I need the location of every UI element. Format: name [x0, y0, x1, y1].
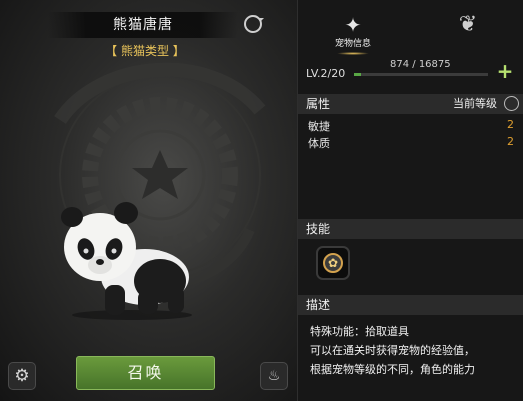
description-line: 可以在通关时获得宠物的经验值，	[310, 344, 475, 357]
summon-button[interactable]: 召唤	[76, 356, 215, 390]
exp-bar-fill	[354, 73, 361, 76]
panda-pet-model	[61, 202, 192, 320]
plus-icon[interactable]: +	[496, 61, 514, 81]
bow-icon[interactable]: ❦	[446, 14, 490, 36]
tab-pet-info[interactable]: ✦ 宠物信息	[322, 13, 384, 55]
exp-text: 874 / 16875	[390, 59, 451, 70]
skill-slot[interactable]: ✿	[316, 246, 350, 280]
attributes-header: 属性 当前等级	[298, 94, 523, 114]
skills-header: 技能	[298, 219, 523, 239]
gear-icon[interactable]: ⚙	[8, 362, 36, 390]
refresh-icon[interactable]	[504, 96, 519, 111]
attributes-title: 属性	[306, 97, 331, 111]
pet-type-label: 【 熊猫类型 】	[105, 44, 185, 58]
stat-row: 体质 2	[308, 135, 514, 151]
stat-value: 2	[507, 135, 514, 148]
level-text: LV.2/20	[306, 67, 346, 80]
fox-head-icon: ✦	[344, 13, 362, 37]
level-row: LV.2/20 874 / 16875 +	[306, 59, 518, 85]
skills-title: 技能	[306, 222, 331, 236]
dismiss-pet-icon[interactable]: ♨	[260, 362, 288, 390]
stat-name: 敏捷	[308, 120, 330, 133]
stat-name: 体质	[308, 137, 330, 150]
exp-bar	[354, 73, 488, 76]
refresh-icon[interactable]	[244, 15, 264, 33]
description-text: 特殊功能：拾取道具 可以在通关时获得宠物的经验值， 根据宠物等级的不同，角色的能…	[310, 322, 520, 379]
pet-info-panel: ✦ 宠物信息 ❦ LV.2/20 874 / 16875 + 属性 当前等级 敏…	[297, 0, 523, 401]
current-level-label: 当前等级	[453, 97, 497, 110]
description-line: 特殊功能：拾取道具	[310, 325, 409, 338]
stat-value: 2	[507, 118, 514, 131]
stat-row: 敏捷 2	[308, 118, 514, 134]
description-header: 描述	[298, 295, 523, 315]
description-line: 根据宠物等级的不同，角色的能力	[310, 363, 475, 376]
pet-preview-pane: 熊猫唐唐 【 熊猫类型 】 ⚙ 召唤 ♨	[0, 0, 297, 401]
description-title: 描述	[306, 298, 331, 312]
tab-pet-info-label: 宠物信息	[334, 39, 371, 49]
pet-name: 熊猫唐唐	[48, 12, 238, 38]
paw-icon: ✿	[323, 253, 343, 273]
